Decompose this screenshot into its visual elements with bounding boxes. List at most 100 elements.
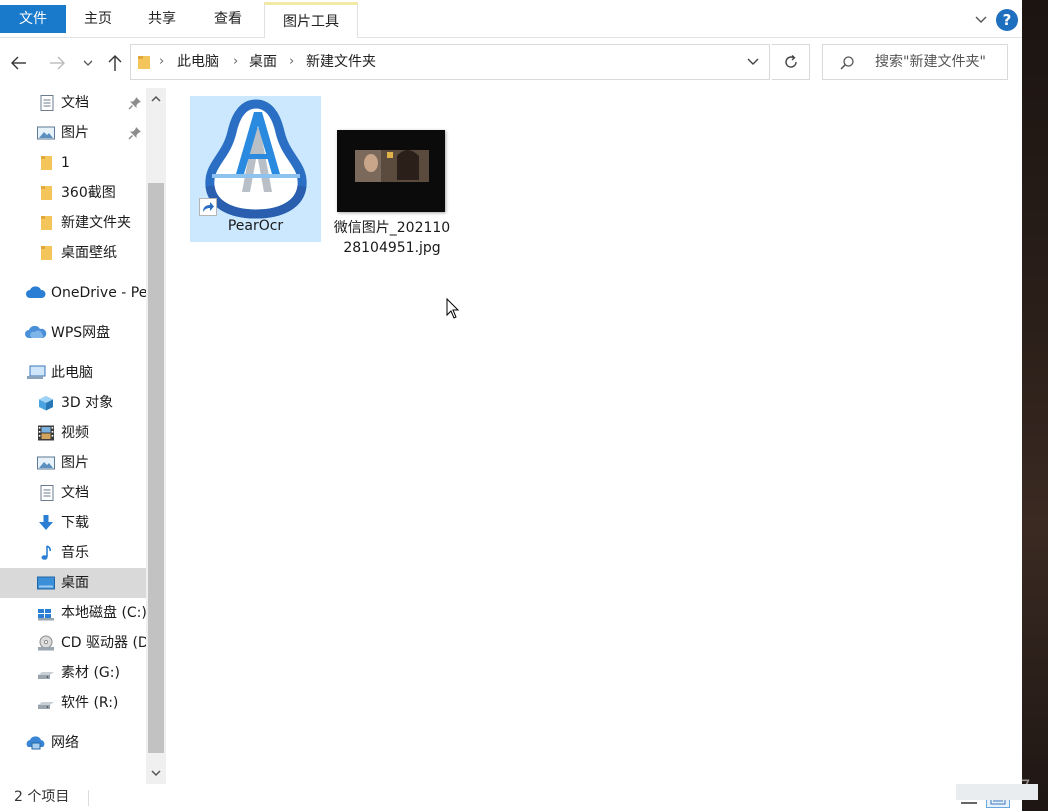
help-icon[interactable]: ? <box>996 9 1018 31</box>
scroll-down-arrow-icon[interactable] <box>146 762 166 784</box>
file-name: 微信图片_20211028104951.jpg <box>333 220 451 256</box>
breadcrumb-desktop[interactable]: 桌面 <box>249 45 277 79</box>
search-icon <box>840 56 854 70</box>
sidebar-item-this-pc[interactable]: 此电脑 <box>0 358 146 388</box>
sidebar-item-label: 1 <box>61 155 70 171</box>
sidebar-item-wps-cloud[interactable]: WPS网盘 <box>0 318 146 348</box>
breadcrumb-separator-icon[interactable]: › <box>159 45 164 79</box>
up-arrow-icon[interactable] <box>104 52 126 74</box>
sidebar-item-label: 网络 <box>51 735 79 751</box>
sidebar-item-pictures[interactable]: 图片 <box>0 118 146 148</box>
sidebar-item-label: 文档 <box>61 485 89 501</box>
search-input[interactable]: 搜索"新建文件夹" <box>822 44 1008 80</box>
breadcrumb-this-pc[interactable]: 此电脑 <box>177 45 219 79</box>
file-item-pearocr[interactable]: PearOcr <box>190 96 321 242</box>
sidebar-item-pc-pictures[interactable]: 图片 <box>0 448 146 478</box>
sidebar-item-label: 下载 <box>61 515 89 531</box>
tab-picture-tools[interactable]: 图片工具 <box>264 2 358 38</box>
breadcrumb-separator-icon[interactable]: › <box>233 45 238 79</box>
pearocr-app-icon <box>205 99 307 219</box>
desktop-icon <box>37 576 55 590</box>
sidebar-item-label: 本地磁盘 (C:) <box>61 605 146 621</box>
watermark: 值 什么值得买 <box>876 770 1048 811</box>
breadcrumb-separator-icon[interactable]: › <box>289 45 294 79</box>
item-count: 2 个项目 <box>14 789 70 805</box>
pin-icon[interactable] <box>128 126 142 140</box>
scrollbar-thumb[interactable] <box>148 183 164 753</box>
chevron-down-icon[interactable] <box>745 56 761 68</box>
pin-icon[interactable] <box>128 96 142 110</box>
tab-view[interactable]: 查看 <box>202 5 254 33</box>
sidebar-item-label: 3D 对象 <box>61 395 114 411</box>
music-note-icon <box>41 545 51 560</box>
watermark-bar <box>956 784 1038 800</box>
sidebar-item-wallpapers[interactable]: 桌面壁纸 <box>0 238 146 268</box>
sidebar-item-label: 软件 (R:) <box>61 695 119 711</box>
sidebar-item-label: 此电脑 <box>51 365 93 381</box>
folder-icon <box>41 186 52 200</box>
tab-file[interactable]: 文件 <box>0 5 66 33</box>
sidebar-item-desktop[interactable]: 桌面 <box>0 568 146 598</box>
desktop-background <box>1022 0 1048 811</box>
sidebar-item-label: 新建文件夹 <box>61 215 131 231</box>
sidebar-item-folder-1[interactable]: 1 <box>0 148 146 178</box>
sidebar-item-onedrive[interactable]: OneDrive - Pe <box>0 278 146 308</box>
sidebar-item-cd-drive-d[interactable]: CD 驱动器 (D <box>0 628 146 658</box>
forward-arrow-icon[interactable] <box>46 52 68 74</box>
sidebar-item-videos[interactable]: 视频 <box>0 418 146 448</box>
tab-home[interactable]: 主页 <box>72 5 124 33</box>
sidebar-item-materials-g[interactable]: 素材 (G:) <box>0 658 146 688</box>
sidebar-item-label: 360截图 <box>61 185 116 201</box>
document-icon <box>40 485 54 501</box>
sidebar-item-label: 视频 <box>61 425 89 441</box>
network-icon <box>26 736 45 750</box>
sidebar-item-3d-objects[interactable]: 3D 对象 <box>0 388 146 418</box>
sidebar-item-label: 桌面壁纸 <box>61 245 117 261</box>
sidebar-item-label: OneDrive - Pe <box>51 285 146 301</box>
mouse-cursor-icon <box>446 298 460 319</box>
sidebar-item-downloads[interactable]: 下载 <box>0 508 146 538</box>
breadcrumb-new-folder[interactable]: 新建文件夹 <box>306 45 376 79</box>
back-arrow-icon[interactable] <box>8 52 30 74</box>
file-item-wechat-image[interactable]: 微信图片_20211028104951.jpg <box>330 128 454 288</box>
sidebar-item-network[interactable]: 网络 <box>0 728 146 758</box>
sidebar-item-local-disk-c[interactable]: 本地磁盘 (C:) <box>0 598 146 628</box>
sidebar-item-music[interactable]: 音乐 <box>0 538 146 568</box>
computer-icon <box>27 365 46 379</box>
sidebar-item-software-r[interactable]: 软件 (R:) <box>0 688 146 718</box>
scroll-up-arrow-icon[interactable] <box>146 88 166 110</box>
tab-share[interactable]: 共享 <box>136 5 188 33</box>
drive-icon <box>38 702 54 709</box>
sidebar-item-label: CD 驱动器 (D <box>61 635 146 651</box>
folder-icon <box>138 56 150 69</box>
photo-thumbnail-icon <box>337 130 445 212</box>
folder-icon <box>41 246 52 260</box>
search-placeholder: 搜索"新建文件夹" <box>875 54 986 70</box>
file-name: PearOcr <box>227 218 284 234</box>
file-explorer-window: 文件 主页 共享 查看 图片工具 ? › 此电脑 › 桌面 › 新建文件夹 搜索… <box>0 0 1022 811</box>
sidebar-item-label: 素材 (G:) <box>61 665 120 681</box>
recent-locations-icon[interactable] <box>80 52 96 74</box>
sidebar-item-pc-documents[interactable]: 文档 <box>0 478 146 508</box>
sidebar-item-new-folder[interactable]: 新建文件夹 <box>0 208 146 238</box>
cloud-icon <box>26 286 46 298</box>
status-bar: 2 个项目 <box>0 784 1022 811</box>
sidebar-item-label: 图片 <box>61 125 89 141</box>
file-list[interactable]: PearOcr 微信图片_20211028104951.jpg <box>166 88 1022 784</box>
nav-pane-scrollbar[interactable] <box>146 88 166 784</box>
refresh-icon <box>785 54 797 68</box>
document-icon <box>40 95 54 111</box>
cube-icon <box>39 396 53 411</box>
drive-icon <box>38 672 54 679</box>
address-bar[interactable]: › 此电脑 › 桌面 › 新建文件夹 <box>130 44 770 80</box>
drive-icon <box>38 609 54 621</box>
download-arrow-icon <box>39 515 53 530</box>
refresh-button[interactable] <box>772 44 810 80</box>
pictures-icon <box>37 126 55 140</box>
address-row: › 此电脑 › 桌面 › 新建文件夹 搜索"新建文件夹" <box>0 38 1022 88</box>
image-thumbnail <box>337 130 445 212</box>
sidebar-item-360-screenshots[interactable]: 360截图 <box>0 178 146 208</box>
sidebar-item-documents[interactable]: 文档 <box>0 88 146 118</box>
sidebar-item-label: 桌面 <box>61 575 89 591</box>
expand-ribbon-icon[interactable] <box>972 10 990 28</box>
